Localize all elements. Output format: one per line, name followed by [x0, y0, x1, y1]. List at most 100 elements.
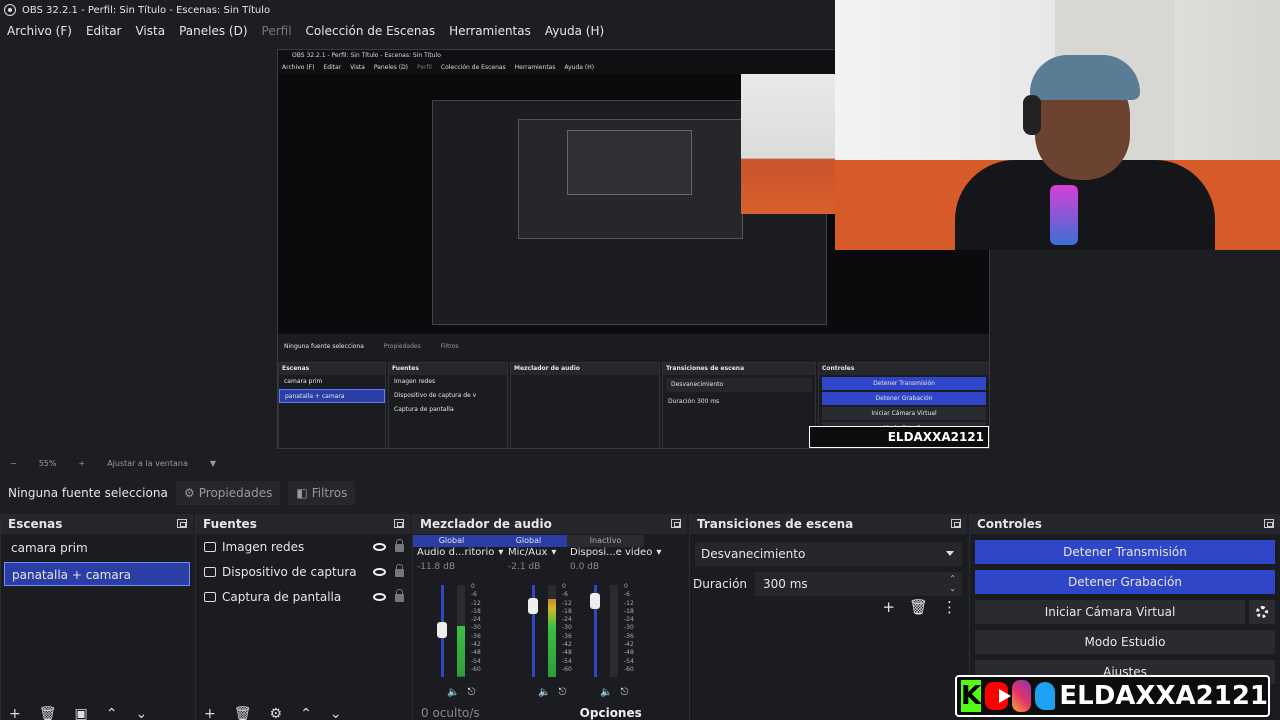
menu-archivo[interactable]: Archivo (F) [7, 24, 72, 38]
nested-transitions-panel: Transiciones de escena Desvanecimiento D… [662, 362, 816, 448]
add-scene-button[interactable]: + [9, 706, 21, 720]
stop-record-button[interactable]: Detener Grabación [975, 570, 1275, 594]
eye-icon[interactable] [373, 592, 386, 601]
move-up-icon[interactable]: ⌃ [106, 706, 118, 720]
speaker-icon[interactable]: 🔈 [538, 687, 550, 698]
instagram-icon [1011, 680, 1032, 712]
spinner-icon[interactable]: ⌃ ⌄ [949, 574, 956, 594]
menu-herramientas[interactable]: Herramientas [449, 24, 531, 38]
scene-item-camara-prim[interactable]: camara prim [4, 536, 190, 560]
brand-logo: K ELDAXXA2121 [955, 675, 1270, 717]
float-dock-icon[interactable] [177, 519, 187, 528]
properties-button[interactable]: ⚙ Propiedades [176, 481, 281, 505]
start-virtual-cam-button[interactable]: Iniciar Cámara Virtual [975, 600, 1245, 624]
headphone-icon[interactable]: ⎋ [620, 687, 628, 698]
chevron-down-icon[interactable]: ▾ [498, 547, 503, 558]
nested-menu-perfil: Perfil [416, 64, 432, 71]
title-bar: OBS 32.2.1 - Perfil: Sin Título - Escena… [0, 0, 836, 20]
lock-icon[interactable] [395, 589, 404, 602]
webcam-microphone [1050, 185, 1078, 245]
zoom-out-button[interactable]: − [10, 459, 17, 468]
scene-filters-icon[interactable]: ▣ [75, 706, 88, 720]
fader-knob[interactable] [590, 592, 600, 609]
nested-virtual-cam: Iniciar Cámara Virtual [822, 407, 986, 420]
move-down-icon[interactable]: ⌄ [330, 706, 342, 720]
filter-icon: ◧ [296, 486, 308, 500]
fader-knob[interactable] [528, 597, 538, 614]
channel-name: Disposi...e video [570, 547, 653, 558]
filters-label: Filtros [311, 486, 348, 500]
move-up-icon[interactable]: ⌃ [300, 706, 312, 720]
nested-menu-archivo: Archivo (F) [282, 64, 315, 71]
chevron-down-icon[interactable]: ▾ [551, 547, 556, 558]
float-dock-icon[interactable] [671, 519, 681, 528]
move-down-icon[interactable]: ⌄ [135, 706, 147, 720]
menu-editar[interactable]: Editar [86, 24, 122, 38]
menu-vista[interactable]: Vista [135, 24, 165, 38]
source-item-imagen-redes[interactable]: Imagen redes [196, 534, 410, 559]
nested-scenes-panel: Escenas camara prim panatalla + camara [278, 362, 386, 448]
nested-sources-title: Fuentes [389, 363, 507, 375]
fit-to-window[interactable]: Ajustar a la ventana [107, 459, 188, 468]
mixer-options-button[interactable]: Opciones [580, 706, 642, 720]
lock-icon[interactable] [395, 539, 404, 552]
headphone-icon[interactable]: ⎋ [467, 687, 475, 698]
menu-perfil[interactable]: Perfil [262, 24, 292, 38]
more-options-icon[interactable]: ⋮ [942, 598, 957, 616]
scenes-title: Escenas [8, 517, 63, 531]
source-settings-icon[interactable]: ⚙ [270, 706, 283, 720]
nested-scenes-title: Escenas [279, 363, 385, 375]
no-source-label: Ninguna fuente selecciona [8, 486, 168, 500]
nested-menu-ayuda: Ayuda (H) [564, 64, 595, 71]
source-item-captura-pantalla[interactable]: Captura de pantalla [196, 584, 410, 609]
headphone-icon[interactable]: ⎋ [558, 687, 566, 698]
float-dock-icon[interactable] [394, 519, 404, 528]
mixer-tab-global-1: Global [413, 535, 490, 547]
nested-menu-paneles: Paneles (D) [373, 64, 409, 71]
fader-knob[interactable] [437, 622, 447, 639]
meter-scale-tick: -48 [624, 649, 634, 657]
mixer-tabs: Global Global Inactivo [413, 535, 687, 547]
webcam-person-cap [1030, 55, 1140, 100]
add-source-button[interactable]: + [204, 706, 216, 720]
menu-paneles[interactable]: Paneles (D) [179, 24, 247, 38]
zoom-in-button[interactable]: + [78, 459, 85, 468]
nested-sources-panel: Fuentes Imagen redes Dispositivo de capt… [388, 362, 508, 448]
sources-footer: + 🗑 ⚙ ⌃ ⌄ [196, 706, 410, 720]
speaker-icon[interactable]: 🔈 [447, 687, 459, 698]
speaker-icon[interactable]: 🔈 [600, 687, 612, 698]
menu-ayuda[interactable]: Ayuda (H) [545, 24, 604, 38]
source-item-dispositivo-captura[interactable]: Dispositivo de captura de v [196, 559, 410, 584]
chevron-down-icon[interactable]: ▾ [656, 547, 661, 558]
chevron-down-icon[interactable]: ▼ [210, 459, 216, 468]
controls-header: Controles [970, 514, 1280, 534]
delete-scene-icon[interactable]: 🗑 [39, 706, 57, 720]
eye-icon[interactable] [373, 567, 386, 576]
stop-stream-button[interactable]: Detener Transmisión [975, 540, 1275, 564]
delete-source-icon[interactable]: 🗑 [234, 706, 252, 720]
menu-coleccion-escenas[interactable]: Colección de Escenas [306, 24, 436, 38]
delete-transition-icon[interactable]: 🗑 [909, 598, 928, 616]
virtual-cam-settings-button[interactable] [1249, 600, 1275, 624]
source-label: Dispositivo de captura de v [222, 564, 360, 579]
nested-recursive-frame-3 [567, 130, 692, 195]
studio-mode-button[interactable]: Modo Estudio [975, 630, 1275, 654]
filters-button[interactable]: ◧ Filtros [288, 481, 356, 505]
scene-item-panatalla-camara[interactable]: panatalla + camara [4, 562, 190, 586]
float-dock-icon[interactable] [951, 519, 961, 528]
source-label: Imagen redes [222, 539, 305, 554]
transition-value: Desvanecimiento [701, 547, 806, 561]
youtube-icon [985, 682, 1011, 710]
eye-icon[interactable] [373, 542, 386, 551]
meter-scale-tick: -36 [471, 632, 481, 640]
nested-stop-record: Detener Grabación [822, 392, 986, 405]
nested-menu-vista: Vista [350, 64, 365, 71]
nested-duration-label: Duración [668, 398, 696, 405]
transition-select[interactable]: Desvanecimiento [695, 542, 962, 566]
duration-input[interactable]: 300 ms ⌃ ⌄ [755, 572, 962, 596]
lock-icon[interactable] [395, 564, 404, 577]
add-transition-button[interactable]: + [882, 598, 895, 616]
nested-duration: Duración 300 ms [663, 395, 815, 409]
float-dock-icon[interactable] [1264, 519, 1274, 528]
virtual-cam-row: Iniciar Cámara Virtual [975, 600, 1275, 624]
